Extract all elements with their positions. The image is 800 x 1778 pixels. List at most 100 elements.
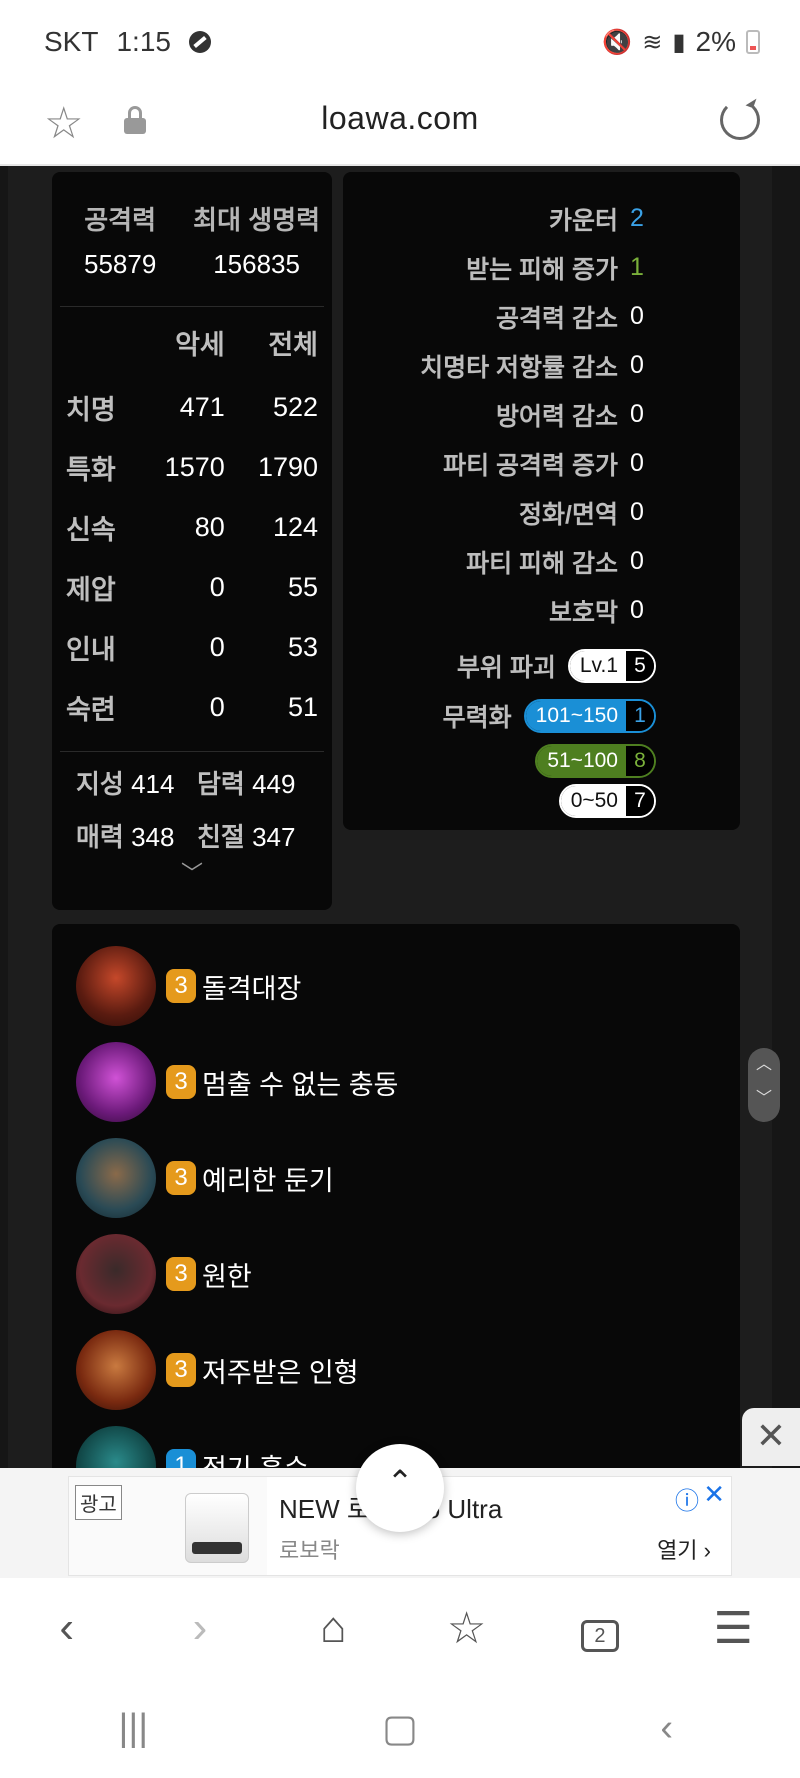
contribution-value: 0 [630,400,644,428]
column-accessory: 악세 [175,329,225,360]
home-icon[interactable]: ⌂ [293,1603,373,1653]
engraving-item[interactable]: 3 멈출 수 없는 충동 [76,1042,398,1122]
part-break-level: Lv.1 [569,651,626,681]
ad-close-icon[interactable]: ✕ [742,1408,800,1466]
list-item: 카운터 2 [343,194,656,243]
address-field[interactable]: loawa.com [0,100,800,137]
bookmarks-icon[interactable]: ☆ [427,1603,507,1654]
contribution-label: 치명타 저항률 감소 [420,353,618,382]
ad-info-icon[interactable]: ⓘ [675,1481,699,1516]
engraving-name: 원한 [202,1261,252,1292]
menu-icon[interactable]: ☰ [693,1603,773,1654]
engraving-level-badge: 3 [166,1161,196,1195]
engraving-item[interactable]: 3 돌격대장 [76,946,301,1026]
status-bar: SKT 1:15 🔇 ≋ ▮ 2% [0,0,800,84]
scroll-to-top-button[interactable]: ⌃ [356,1444,444,1532]
system-navigation-bar: ||| ▢ ‹ [0,1678,800,1778]
back-arrow-icon[interactable]: ‹ [27,1603,107,1653]
charge-captain-icon [76,946,156,1026]
max-hp-label: 최대 생명력 [193,205,320,235]
table-row: 신속 80 124 [66,497,318,557]
contribution-value: 2 [630,204,644,232]
reload-icon[interactable] [720,100,760,140]
ad-open-button[interactable]: 열기 › [657,1533,711,1565]
list-item: 방어력 감소 0 [343,390,656,439]
stat-total-value: 55 [287,571,319,602]
battery-icon [746,30,760,54]
expand-chevron-icon[interactable]: ﹀ [52,856,332,888]
table-row: 치명 471 522 [66,377,318,437]
list-item: 받는 피해 증가 1 [343,243,656,292]
stagger-badge: 51~100 8 [535,744,656,778]
carrier-label: SKT [44,26,99,57]
stat-accessory-value: 0 [209,691,225,722]
tabs-button[interactable]: 2 [560,1603,640,1653]
forward-arrow-icon[interactable]: › [160,1603,240,1653]
engraving-item[interactable]: 3 원한 [76,1234,252,1314]
list-item: 파티 공격력 증가 0 [343,439,656,488]
max-hp-value: 156835 [213,249,300,279]
list-item: 정화/면역 0 [343,488,656,537]
list-item: 공격력 감소 0 [343,292,656,341]
stat-accessory-value: 0 [209,631,225,662]
recent-apps-icon[interactable]: ||| [73,1707,193,1750]
contribution-value: 0 [630,351,644,379]
contribution-value: 0 [630,302,644,330]
contribution-label: 보호막 [548,598,618,627]
clock: 1:15 [116,26,171,57]
stat-name: 신속 [66,514,116,545]
stagger-badge: 0~50 7 [558,784,656,818]
scroll-handle[interactable]: ︿ ﹀ [748,1048,780,1122]
wifi-icon: ≋ [642,28,663,56]
battery-percent: 2% [695,26,736,57]
home-button-icon[interactable]: ▢ [340,1706,460,1751]
attribute-value: 449 [252,769,296,799]
stat-total-value: 53 [287,631,319,662]
contribution-label: 카운터 [548,206,618,235]
attribute-label: 매력 [76,822,124,852]
contribution-label: 방어력 감소 [496,402,618,431]
ad-open-label: 열기 [657,1538,698,1563]
ad-dismiss-icon[interactable]: ✕ [703,1479,725,1510]
engraving-level-badge: 3 [166,1257,196,1291]
stat-name: 치명 [66,394,116,425]
contribution-label: 정화/면역 [519,500,618,529]
engraving-name: 예리한 둔기 [202,1165,334,1196]
engraving-name: 돌격대장 [202,973,302,1004]
list-item: 보호막 0 [343,586,656,635]
stagger-range: 0~50 [560,786,626,816]
stat-accessory-value: 80 [194,511,225,542]
page-content: 공격력 55879 최대 생명력 156835 악세 전체 치명 471 522… [0,166,800,1468]
contribution-value: 0 [630,547,644,575]
robot-vacuum-image [185,1493,249,1563]
contribution-value: 0 [630,449,644,477]
table-row: 특화 1570 1790 [66,437,318,497]
stat-total-value: 124 [272,511,319,542]
attribute-label: 담력 [197,769,245,799]
stat-accessory-value: 471 [179,391,225,422]
stagger-row: 51~100 8 [343,741,656,781]
attribute-value: 414 [131,769,175,799]
table-row: 인내 0 53 [66,617,318,677]
attribute-value: 348 [131,822,175,852]
attribute-item: 친절 347 [197,817,318,854]
stat-total-value: 1790 [257,451,319,482]
url-bar: ☆ loawa.com [0,84,800,166]
engraving-item[interactable]: 3 저주받은 인형 [76,1330,359,1410]
stat-accessory-value: 0 [209,571,225,602]
part-break-count: 5 [626,651,654,681]
system-back-icon[interactable]: ‹ [607,1707,727,1750]
table-header: 악세 전체 [66,307,318,377]
grudge-icon [76,1234,156,1314]
engraving-item[interactable]: 3 예리한 둔기 [76,1138,334,1218]
part-break-badge: Lv.1 5 [567,649,656,683]
ad-image: 광고 [69,1477,267,1575]
mute-icon: 🔇 [602,28,633,56]
engraving-item[interactable]: 1 정기 흡수 [76,1426,309,1468]
contribution-label: 공격력 감소 [496,304,618,333]
engraving-level-badge: 3 [166,1065,196,1099]
part-break-row: 부위 파괴 Lv.1 5 [343,641,656,691]
stat-name: 제압 [66,574,116,605]
stat-name: 숙련 [66,694,116,725]
column-total: 전체 [268,329,319,360]
